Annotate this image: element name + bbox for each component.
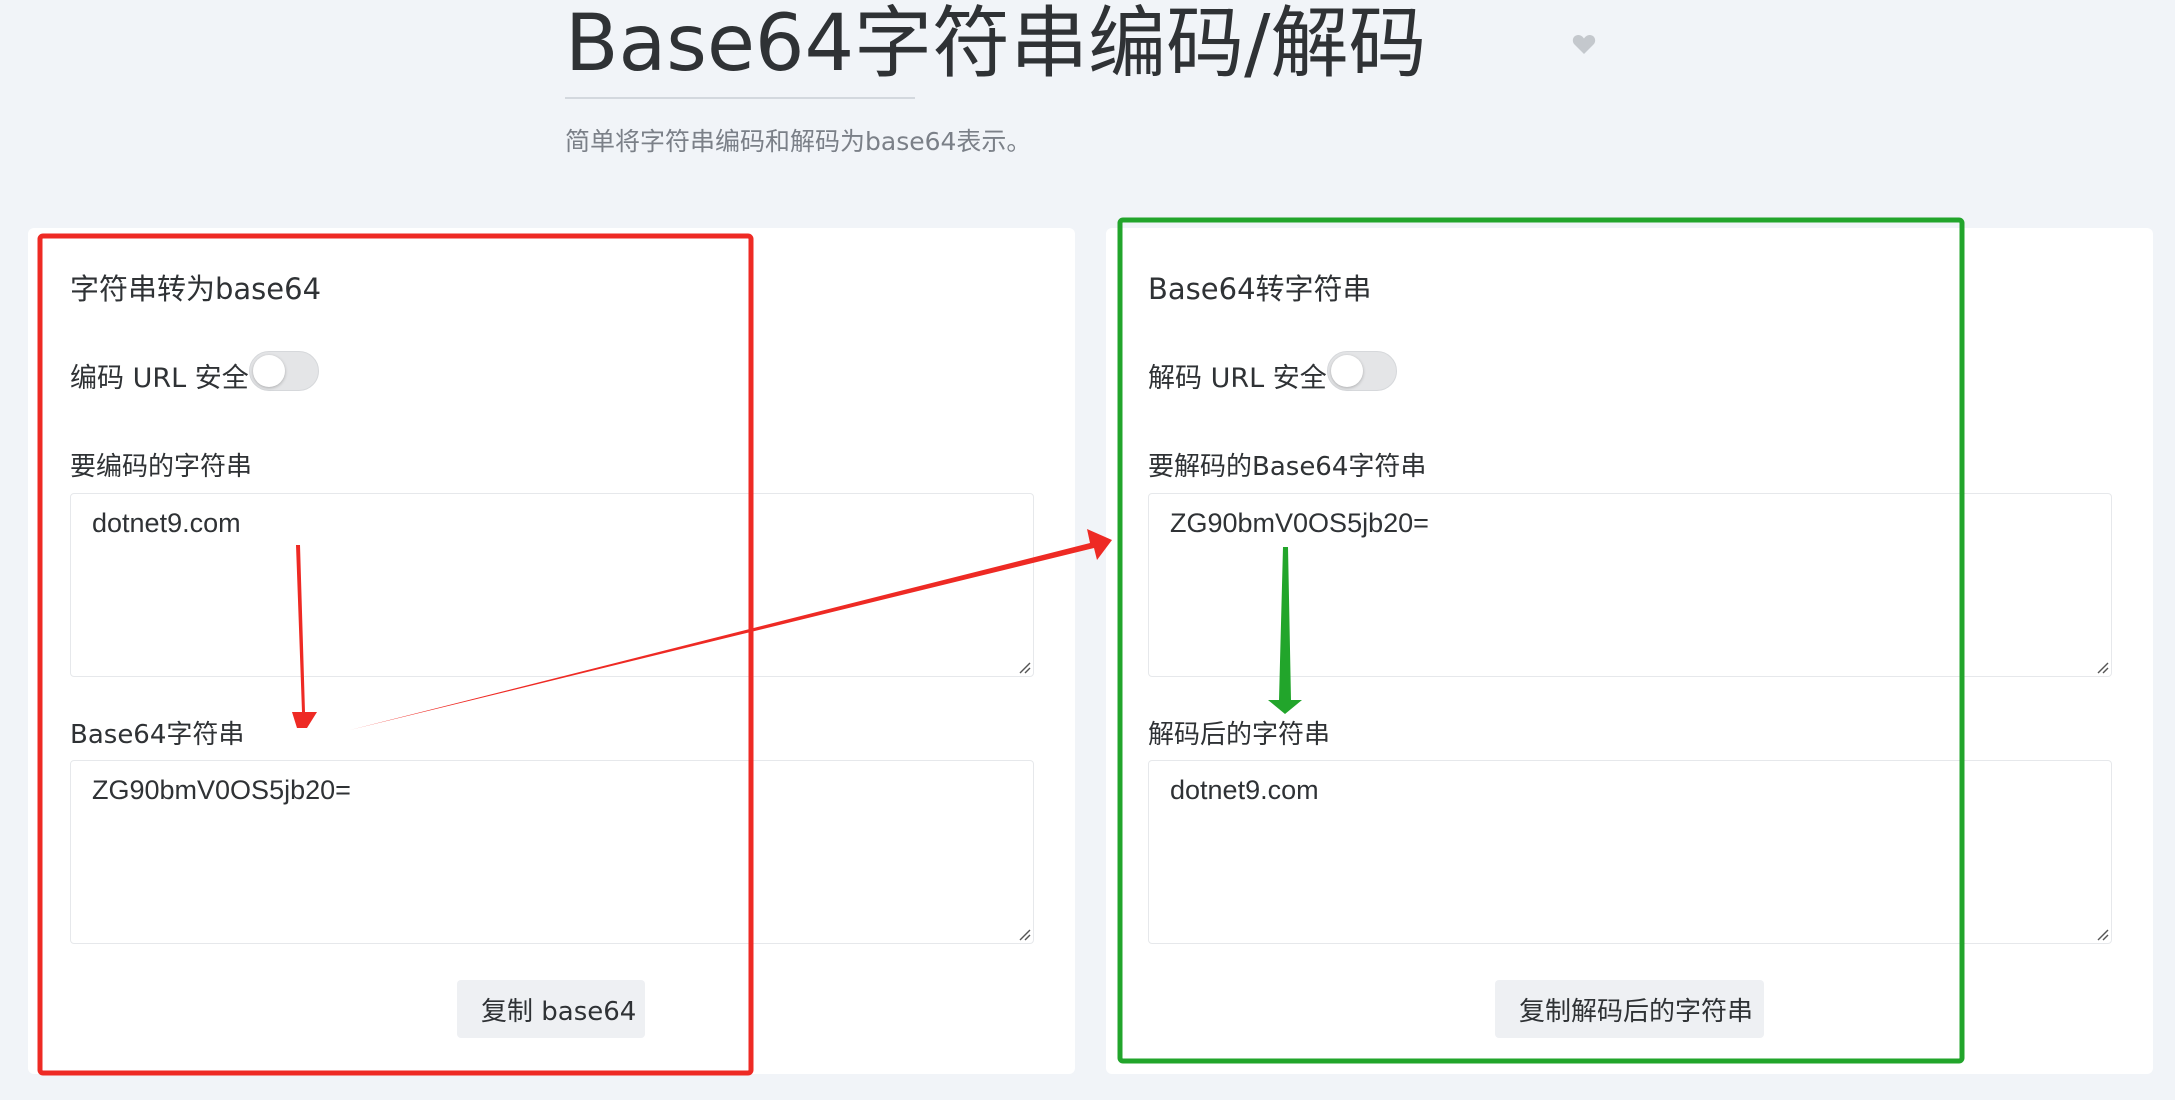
encode-output-label: Base64字符串	[70, 720, 245, 750]
decode-card: Base64转字符串 解码 URL 安全 要解码的Base64字符串 ZG90b…	[1106, 228, 2153, 1074]
encode-input-label: 要编码的字符串	[70, 452, 253, 482]
resize-handle-icon[interactable]	[1017, 660, 1031, 674]
encode-output-field[interactable]: ZG90bmV0OS5jb20=	[70, 760, 1034, 944]
title-underline	[565, 97, 915, 99]
encode-input-field[interactable]: dotnet9.com	[70, 493, 1034, 677]
encode-url-safe-label: 编码 URL 安全	[70, 363, 249, 394]
decode-output-text: dotnet9.com	[1170, 775, 1319, 805]
decode-input-text: ZG90bmV0OS5jb20=	[1170, 508, 1429, 538]
resize-handle-icon[interactable]	[2095, 660, 2109, 674]
encode-card: 字符串转为base64 编码 URL 安全 要编码的字符串 dotnet9.co…	[28, 228, 1075, 1074]
page-subtitle: 简单将字符串编码和解码为base64表示。	[565, 127, 1032, 156]
encode-url-safe-toggle[interactable]	[249, 351, 319, 391]
heart-icon[interactable]	[1572, 33, 1596, 55]
decode-input-field[interactable]: ZG90bmV0OS5jb20=	[1148, 493, 2112, 677]
copy-base64-button[interactable]: 复制 base64	[457, 980, 645, 1038]
decode-input-label: 要解码的Base64字符串	[1148, 452, 1427, 482]
decode-url-safe-label: 解码 URL 安全	[1148, 363, 1327, 394]
toggle-knob	[253, 355, 285, 387]
decode-output-label: 解码后的字符串	[1148, 720, 1331, 750]
encode-output-text: ZG90bmV0OS5jb20=	[92, 775, 351, 805]
encode-card-title: 字符串转为base64	[70, 272, 322, 306]
page-title: Base64字符串编码/解码	[565, 0, 1427, 89]
encode-input-text: dotnet9.com	[92, 508, 241, 538]
resize-handle-icon[interactable]	[2095, 927, 2109, 941]
copy-decoded-button[interactable]: 复制解码后的字符串	[1495, 980, 1764, 1038]
toggle-knob	[1331, 355, 1363, 387]
resize-handle-icon[interactable]	[1017, 927, 1031, 941]
decode-card-title: Base64转字符串	[1148, 272, 1372, 306]
decode-output-field[interactable]: dotnet9.com	[1148, 760, 2112, 944]
decode-url-safe-toggle[interactable]	[1327, 351, 1397, 391]
